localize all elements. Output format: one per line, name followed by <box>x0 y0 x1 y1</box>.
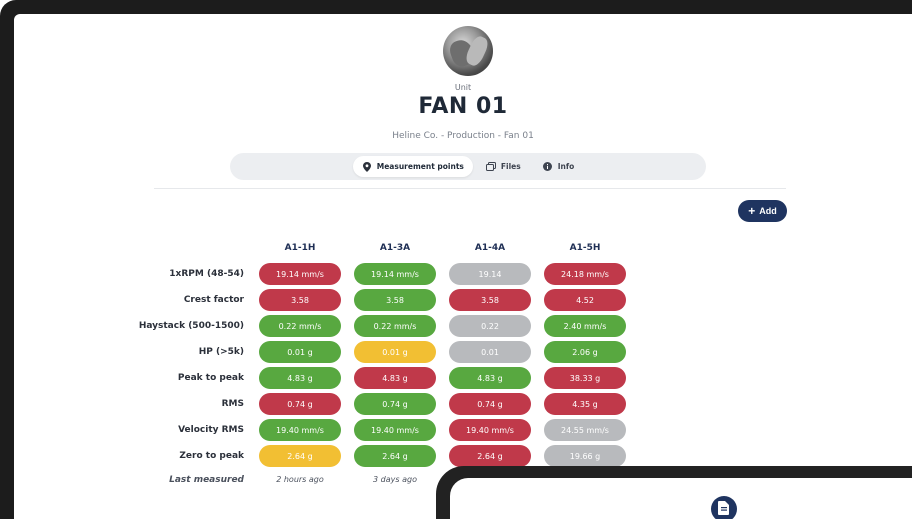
status-pill[interactable]: 0.74 g <box>354 393 436 415</box>
status-pill[interactable]: 0.01 <box>449 341 531 363</box>
status-pill[interactable]: 0.22 mm/s <box>259 315 341 337</box>
status-pill[interactable]: 0.22 <box>449 315 531 337</box>
status-pill[interactable]: 38.33 g <box>544 367 626 389</box>
status-pill[interactable]: 4.83 g <box>449 367 531 389</box>
status-pill[interactable]: 2.64 g <box>354 445 436 467</box>
status-pill[interactable]: 3.58 <box>449 289 531 311</box>
add-button-label: Add <box>759 206 777 216</box>
row-label: Crest factor <box>183 295 244 305</box>
status-pill[interactable]: 2.64 g <box>449 445 531 467</box>
plus-icon: + <box>748 204 756 218</box>
status-pill[interactable]: 19.66 g <box>544 445 626 467</box>
status-pill[interactable]: 24.55 mm/s <box>544 419 626 441</box>
breadcrumb: Heline Co. - Production - Fan 01 <box>392 131 534 141</box>
last-measured-time: 2 hours ago <box>276 475 324 484</box>
status-pill[interactable]: 0.22 mm/s <box>354 315 436 337</box>
status-pill[interactable]: 19.14 mm/s <box>354 263 436 285</box>
status-pill[interactable]: 4.52 <box>544 289 626 311</box>
row-label: Zero to peak <box>179 451 244 461</box>
row-label: RMS <box>221 399 244 409</box>
unit-avatar <box>443 26 493 76</box>
row-label: Peak to peak <box>177 373 244 383</box>
tab-info[interactable]: Info <box>534 156 584 177</box>
last-measured-label: Last measured <box>169 475 244 485</box>
tab-label: Files <box>500 162 521 171</box>
column-header[interactable]: A1-1H <box>259 243 341 253</box>
row-label: 1xRPM (48-54) <box>169 269 244 279</box>
location-pin-icon <box>362 161 372 172</box>
status-pill[interactable]: 19.40 mm/s <box>449 419 531 441</box>
app-screen: Unit FAN 01 Heline Co. - Production - Fa… <box>14 14 912 519</box>
status-pill[interactable]: 3.58 <box>259 289 341 311</box>
status-pill[interactable]: 19.40 mm/s <box>354 419 436 441</box>
divider <box>154 188 786 189</box>
page-title: FAN 01 <box>418 94 508 119</box>
document-icon <box>711 496 737 519</box>
info-icon <box>543 162 553 172</box>
status-pill[interactable]: 4.83 g <box>259 367 341 389</box>
status-pill[interactable]: 3.58 <box>354 289 436 311</box>
unit-label: Unit <box>454 83 472 92</box>
status-pill[interactable]: 19.14 <box>449 263 531 285</box>
status-pill[interactable]: 4.35 g <box>544 393 626 415</box>
status-pill[interactable]: 2.40 mm/s <box>544 315 626 337</box>
files-icon <box>485 162 496 172</box>
status-pill[interactable]: 0.01 g <box>354 341 436 363</box>
tablet-screen <box>450 478 912 519</box>
status-pill[interactable]: 0.74 g <box>449 393 531 415</box>
row-label: HP (>5k) <box>198 347 244 357</box>
status-pill[interactable]: 0.01 g <box>259 341 341 363</box>
status-pill[interactable]: 24.18 mm/s <box>544 263 626 285</box>
column-header[interactable]: A1-5H <box>544 243 626 253</box>
tab-bar: Measurement points Files Info <box>230 153 706 180</box>
status-pill[interactable]: 19.40 mm/s <box>259 419 341 441</box>
tab-files[interactable]: Files <box>477 156 530 177</box>
column-header[interactable]: A1-4A <box>449 243 531 253</box>
last-measured-time: 3 days ago <box>373 475 417 484</box>
status-pill[interactable]: 0.74 g <box>259 393 341 415</box>
status-pill[interactable]: 2.06 g <box>544 341 626 363</box>
tab-label: Info <box>557 162 575 171</box>
status-pill[interactable]: 2.64 g <box>259 445 341 467</box>
column-header[interactable]: A1-3A <box>354 243 436 253</box>
tab-measurement-points[interactable]: Measurement points <box>352 156 473 177</box>
row-label: Velocity RMS <box>178 425 244 435</box>
tab-label: Measurement points <box>376 162 464 171</box>
status-pill[interactable]: 4.83 g <box>354 367 436 389</box>
row-label: Haystack (500-1500) <box>138 321 244 331</box>
status-pill[interactable]: 19.14 mm/s <box>259 263 341 285</box>
add-button[interactable]: + Add <box>738 200 787 222</box>
